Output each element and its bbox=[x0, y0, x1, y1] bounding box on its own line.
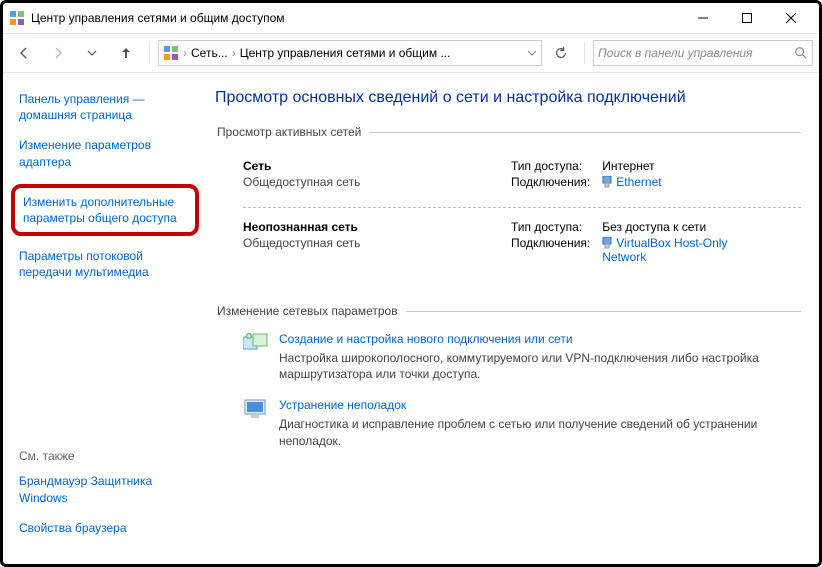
ethernet-icon bbox=[602, 176, 612, 188]
network-row: Неопознанная сеть Общедоступная сеть Тип… bbox=[215, 214, 801, 276]
search-input[interactable]: Поиск в панели управления bbox=[593, 40, 813, 66]
search-icon bbox=[794, 46, 808, 60]
separator bbox=[584, 42, 585, 64]
network-type: Общедоступная сеть bbox=[243, 236, 511, 250]
back-button[interactable] bbox=[9, 39, 39, 67]
network-name: Сеть bbox=[243, 159, 511, 173]
network-type: Общедоступная сеть bbox=[243, 175, 511, 189]
minimize-button[interactable] bbox=[681, 4, 725, 32]
access-label: Тип доступа: bbox=[511, 220, 590, 234]
see-also-section: См. также Брандмауэр Защитника Windows С… bbox=[19, 449, 199, 550]
breadcrumb-item[interactable]: Сеть... bbox=[191, 46, 228, 60]
sidebar-home-link[interactable]: Панель управления — домашняя страница bbox=[19, 91, 191, 123]
see-also-firewall-link[interactable]: Брандмауэр Защитника Windows bbox=[19, 473, 199, 505]
address-bar[interactable]: › Сеть... › Центр управления сетями и об… bbox=[158, 40, 542, 66]
network-icon bbox=[163, 45, 179, 61]
sidebar-advanced-sharing-link[interactable]: Изменить дополнительные параметры общего… bbox=[23, 194, 187, 226]
connection-link[interactable]: VirtualBox Host-OnlyNetwork bbox=[602, 236, 727, 264]
network-name: Неопознанная сеть bbox=[243, 220, 511, 234]
troubleshoot-icon bbox=[243, 398, 269, 420]
window-title: Центр управления сетями и общим доступом bbox=[31, 11, 681, 25]
connections-label: Подключения: bbox=[511, 236, 590, 250]
see-also-header: См. также bbox=[19, 449, 199, 463]
divider bbox=[243, 207, 801, 208]
task-troubleshoot: Устранение неполадок Диагностика и испра… bbox=[243, 398, 801, 448]
see-also-browser-link[interactable]: Свойства браузера bbox=[19, 520, 199, 536]
sidebar-streaming-link[interactable]: Параметры потоковой передачи мультимедиа bbox=[19, 248, 191, 280]
close-button[interactable] bbox=[769, 4, 813, 32]
new-connection-icon bbox=[243, 332, 269, 354]
up-button[interactable] bbox=[111, 39, 141, 67]
refresh-button[interactable] bbox=[546, 39, 576, 67]
connection-link[interactable]: Ethernet bbox=[616, 175, 661, 189]
task-description: Настройка широкополосного, коммутируемог… bbox=[279, 350, 801, 382]
access-label: Тип доступа: bbox=[511, 159, 590, 173]
ethernet-icon bbox=[602, 237, 612, 249]
annotation-highlight: Изменить дополнительные параметры общего… bbox=[11, 184, 199, 236]
task-title-link[interactable]: Устранение неполадок bbox=[279, 398, 801, 412]
recent-dropdown[interactable] bbox=[77, 39, 107, 67]
titlebar: Центр управления сетями и общим доступом bbox=[3, 3, 819, 34]
forward-button[interactable] bbox=[43, 39, 73, 67]
active-networks-legend: Просмотр активных сетей bbox=[215, 125, 369, 139]
task-description: Диагностика и исправление проблем с сеть… bbox=[279, 416, 801, 448]
navigation-bar: › Сеть... › Центр управления сетями и об… bbox=[3, 34, 819, 73]
change-settings-group: Изменение сетевых параметров Создание и … bbox=[215, 304, 801, 473]
task-title-link[interactable]: Создание и настройка нового подключения … bbox=[279, 332, 801, 346]
network-row: Сеть Общедоступная сеть Тип доступа: Под… bbox=[215, 153, 801, 201]
main-content: Просмотр основных сведений о сети и наст… bbox=[201, 75, 819, 564]
chevron-icon: › bbox=[232, 46, 236, 60]
sidebar-adapter-link[interactable]: Изменение параметров адаптера bbox=[19, 137, 191, 169]
sidebar: Панель управления — домашняя страница Из… bbox=[3, 75, 201, 564]
access-value: Интернет bbox=[602, 159, 661, 173]
maximize-button[interactable] bbox=[725, 4, 769, 32]
task-new-connection: Создание и настройка нового подключения … bbox=[243, 332, 801, 382]
breadcrumb-item[interactable]: Центр управления сетями и общим ... bbox=[240, 46, 523, 60]
change-settings-legend: Изменение сетевых параметров bbox=[215, 304, 406, 318]
search-placeholder: Поиск в панели управления bbox=[598, 46, 788, 60]
access-value: Без доступа к сети bbox=[602, 220, 727, 234]
page-heading: Просмотр основных сведений о сети и наст… bbox=[215, 89, 801, 107]
connections-label: Подключения: bbox=[511, 175, 590, 189]
chevron-down-icon[interactable] bbox=[527, 48, 537, 58]
active-networks-group: Просмотр активных сетей Сеть Общедоступн… bbox=[215, 125, 801, 284]
separator bbox=[149, 42, 150, 64]
network-center-icon bbox=[9, 10, 25, 26]
chevron-icon: › bbox=[183, 46, 187, 60]
